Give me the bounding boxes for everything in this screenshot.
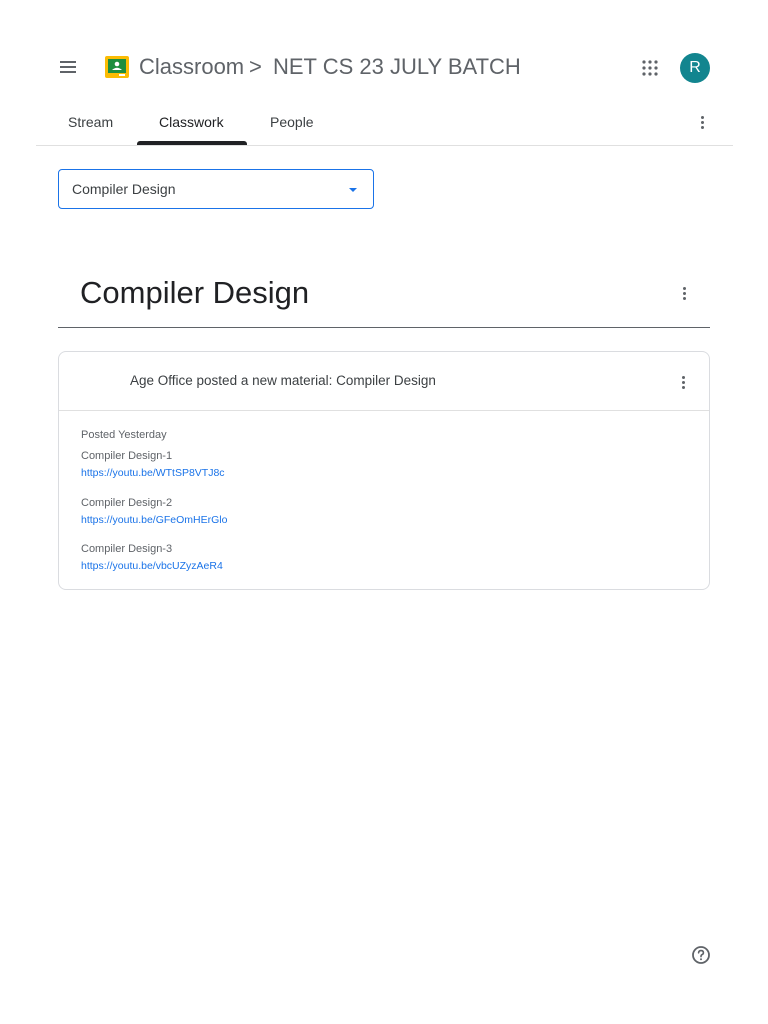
- material-more-options-icon[interactable]: [677, 373, 689, 391]
- classroom-page: Classroom > NET CS 23 JULY BATCH R Strea…: [0, 0, 768, 1024]
- material-item: Compiler Design-2 https://youtu.be/GFeOm…: [81, 496, 381, 528]
- topic-filter-value: Compiler Design: [72, 181, 176, 197]
- dropdown-arrow-icon: [349, 188, 357, 192]
- material-item: Compiler Design-1 https://youtu.be/WTtSP…: [81, 449, 381, 481]
- menu-icon[interactable]: [58, 58, 78, 76]
- material-title: Age Office posted a new material: Compil…: [130, 373, 436, 388]
- material-card: Age Office posted a new material: Compil…: [58, 351, 710, 590]
- app-title[interactable]: Classroom: [139, 54, 244, 80]
- material-link[interactable]: https://youtu.be/GFeOmHErGlo: [81, 513, 227, 527]
- topic-more-options-icon[interactable]: [678, 284, 690, 302]
- topic-filter-dropdown[interactable]: Compiler Design: [58, 169, 374, 209]
- header-divider: [36, 145, 733, 146]
- tab-people[interactable]: People: [270, 113, 314, 131]
- posted-date: Posted Yesterday: [81, 429, 167, 441]
- material-item: Compiler Design-3 https://youtu.be/vbcUZ…: [81, 542, 381, 574]
- help-icon[interactable]: [691, 945, 711, 965]
- topic-title: Compiler Design: [80, 275, 310, 310]
- breadcrumb-separator: >: [249, 54, 262, 79]
- apps-grid-icon[interactable]: [641, 59, 659, 77]
- classroom-logo-icon[interactable]: [105, 56, 129, 78]
- material-card-header[interactable]: Age Office posted a new material: Compil…: [59, 352, 709, 411]
- material-link[interactable]: https://youtu.be/vbcUZyzAeR4: [81, 559, 223, 573]
- topic-divider: [58, 327, 710, 328]
- more-options-icon[interactable]: [696, 113, 708, 131]
- material-name: Compiler Design-2: [81, 497, 173, 509]
- avatar-letter: R: [689, 59, 701, 76]
- avatar[interactable]: R: [680, 53, 710, 83]
- material-name: Compiler Design-3: [81, 543, 173, 555]
- tab-stream[interactable]: Stream: [68, 113, 113, 131]
- class-name[interactable]: NET CS 23 JULY BATCH: [273, 54, 521, 80]
- tab-classwork[interactable]: Classwork: [159, 113, 224, 131]
- material-name: Compiler Design-1: [81, 450, 173, 462]
- material-link[interactable]: https://youtu.be/WTtSP8VTJ8c: [81, 466, 225, 480]
